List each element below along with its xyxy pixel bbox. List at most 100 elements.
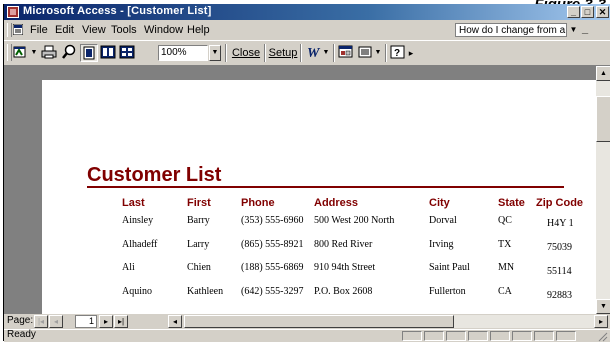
status-pane [424,331,444,341]
cell-first: Kathleen [187,286,224,297]
cell-zip: 75039 [547,242,572,253]
horizontal-scroll-thumb[interactable] [184,315,454,328]
status-pane [402,331,422,341]
cell-phone: (642) 555-3297 [241,286,304,297]
access-window: Microsoft Access - [Customer List] _ □ ✕… [3,4,610,342]
cell-first: Larry [187,239,210,250]
cell-address: 910 94th Street [314,262,376,273]
print-icon[interactable] [41,44,57,62]
setup-button[interactable]: Setup [268,44,298,62]
cell-zip: 55114 [547,266,572,277]
cell-phone: (865) 555-8921 [241,239,304,250]
word-icon[interactable]: W [305,44,321,62]
page-label: Page: [7,315,34,326]
window-title: Microsoft Access - [Customer List] [23,5,212,17]
maximize-button[interactable]: □ [581,6,594,18]
ask-question-box[interactable]: How do I change from a col [455,23,567,37]
one-page-icon[interactable] [80,44,98,62]
scroll-left-arrow-icon[interactable]: ◂ [168,315,182,328]
scroll-right-arrow-icon[interactable]: ▸ [594,315,608,328]
vertical-scrollbar[interactable]: ▲ ▼ [596,66,610,314]
status-pane [490,331,510,341]
cell-city: Irving [429,239,454,250]
cell-state: TX [498,239,512,250]
first-page-icon[interactable]: |◂ [34,315,48,328]
cell-address: P.O. Box 2608 [314,286,373,297]
column-header-city: City [429,197,450,209]
cell-state: CA [498,286,512,297]
cell-state: QC [498,215,512,226]
cell-zip: H4Y 1 [547,218,574,229]
new-object-icon[interactable] [357,44,373,62]
scroll-up-arrow-icon[interactable]: ▲ [596,66,610,81]
menu-help[interactable]: Help [187,24,210,36]
cell-phone: (188) 555-6869 [241,262,304,273]
menu-bar: File Edit View Tools Window Help How do … [4,21,610,61]
status-pane [446,331,466,341]
menubar-grip[interactable] [7,23,12,37]
status-pane [534,331,554,341]
status-pane [468,331,488,341]
view-dropdown-arrow[interactable]: ▼ [30,44,38,62]
access-app-icon[interactable] [7,6,19,18]
zoom-dropdown-arrow[interactable]: ▼ [209,45,221,61]
toolbar-separator [264,44,266,62]
report-title: Customer List [87,164,222,186]
column-header-state: State [498,197,525,209]
cell-address: 800 Red River [314,239,373,250]
toolbar-separator [225,44,227,62]
previous-page-icon[interactable]: ◂ [49,315,63,328]
cell-city: Fullerton [429,286,466,297]
cell-address: 500 West 200 North [314,215,395,226]
column-header-phone: Phone [241,197,275,209]
page-navigation-bar: Page: |◂ ◂ 1 ▸ ▸| ◂ ▸ [4,314,610,329]
column-header-last: Last [122,197,145,209]
cell-state: MN [498,262,515,273]
two-pages-icon[interactable] [99,44,117,62]
print-preview-toolbar: ▼ 100% ▼ Close Setup W ▼ ▼ ? ▸ [4,41,610,66]
close-preview-button[interactable]: Close [230,44,262,62]
column-header-zip-code: Zip Code [536,197,584,209]
scroll-down-arrow-icon[interactable]: ▼ [596,299,610,314]
cell-last: Aquino [122,286,152,297]
minimize-button[interactable]: _ [567,6,580,18]
resize-grip-icon[interactable] [596,330,608,342]
menu-edit[interactable]: Edit [55,24,74,36]
title-bar[interactable]: Microsoft Access - [Customer List] _ □ ✕ [4,4,610,20]
view-icon[interactable] [13,44,29,62]
cell-first: Chien [187,262,211,273]
close-window-button[interactable]: ✕ [596,6,609,18]
status-bar: Ready [4,329,610,342]
horizontal-scrollbar[interactable] [184,315,594,328]
title-divider [87,186,564,188]
status-text: Ready [7,329,36,340]
cell-last: Ainsley [122,215,154,226]
cell-last: Alhadeff [122,239,158,250]
column-header-first: First [187,197,211,209]
toolbar-grip[interactable] [7,44,12,61]
next-page-icon[interactable]: ▸ [99,315,113,328]
word-dropdown-arrow[interactable]: ▼ [322,44,330,62]
multiple-pages-icon[interactable] [118,44,136,62]
vertical-scroll-thumb[interactable] [596,96,610,142]
zoom-icon[interactable] [61,44,77,62]
ask-question-dropdown[interactable]: ▼ [568,24,579,36]
menu-file[interactable]: File [30,24,48,36]
print-preview-area[interactable]: Customer List Last First Phone Address C… [4,66,596,314]
page-number-input[interactable]: 1 [75,315,97,328]
report-window-icon[interactable] [12,23,24,36]
new-object-dropdown-arrow[interactable]: ▼ [374,44,382,62]
menu-window[interactable]: Window [144,24,183,36]
svg-text:?: ? [394,48,400,59]
database-window-icon[interactable] [338,44,354,62]
help-icon[interactable]: ? [390,44,406,62]
menu-view[interactable]: View [82,24,106,36]
menu-tools[interactable]: Tools [111,24,137,36]
zoom-combo-input[interactable]: 100% [158,45,208,61]
toolbar-separator [300,44,302,62]
cell-last: Ali [122,262,135,273]
cell-first: Barry [187,215,210,226]
last-page-icon[interactable]: ▸| [114,315,128,328]
toolbar-separator [333,44,335,62]
toolbar-options-arrow[interactable]: ▸ [407,44,415,62]
